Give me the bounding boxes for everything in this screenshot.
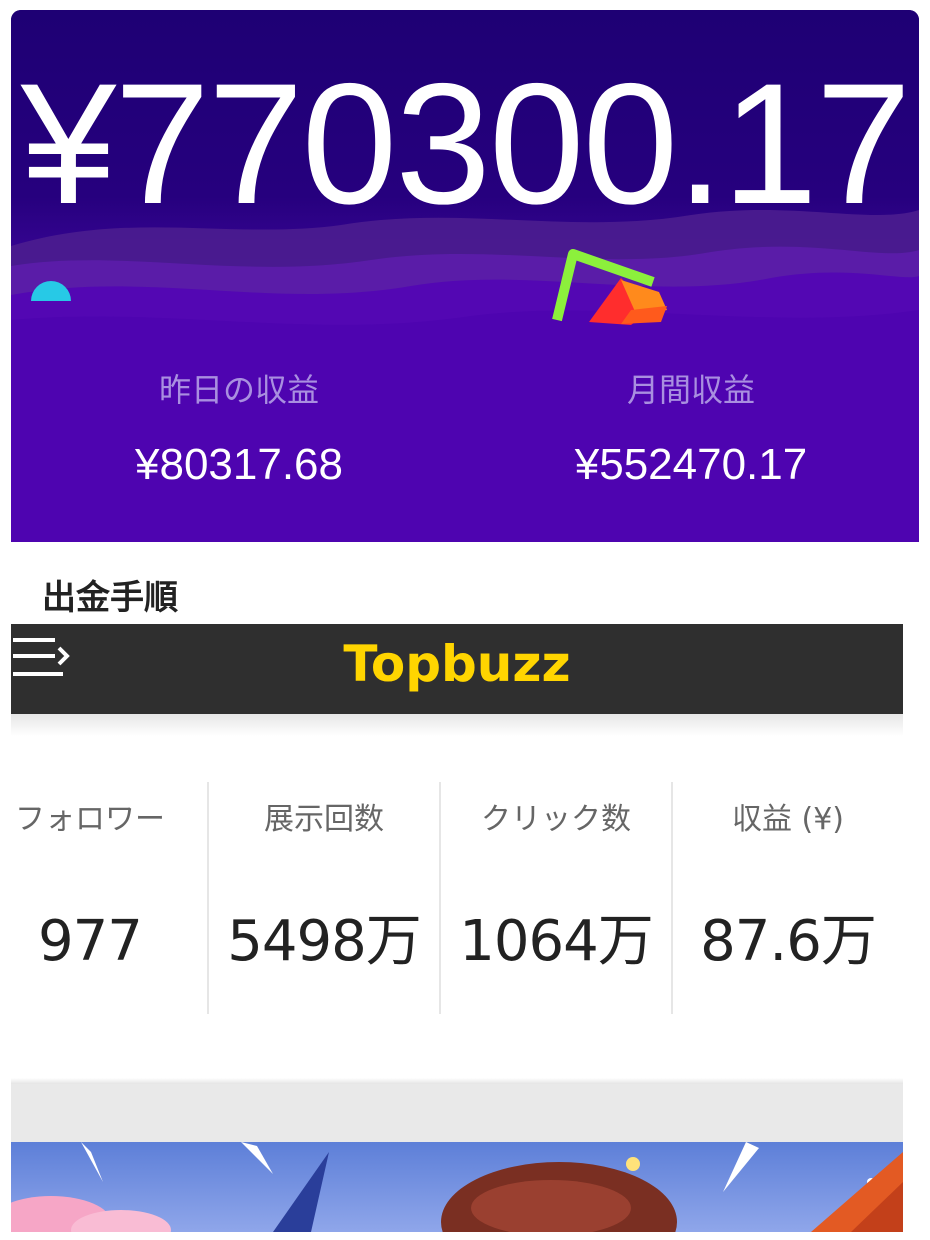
banner-artwork (11, 1142, 903, 1232)
monthly-earnings-label: 月間収益 (626, 371, 755, 409)
stat-revenue: 収益 (¥) 87.6万 (673, 782, 903, 1014)
total-earnings-amount: ¥770300.17 (20, 48, 912, 240)
banner-illustration[interactable] (11, 1142, 903, 1232)
monthly-earnings-value: ¥552470.17 (574, 440, 808, 489)
yesterday-earnings: 昨日の収益 ¥80317.68 (29, 370, 449, 490)
app-title: Topbuzz (343, 635, 571, 693)
stat-revenue-label: 収益 (¥) (731, 802, 845, 837)
withdrawal-steps-heading: 出金手順 (42, 578, 178, 618)
app-header: Topbuzz (11, 624, 903, 714)
stats-panel: フォロワー 977 展示回数 5498万 クリック数 1064万 収益 (¥) … (11, 714, 903, 1084)
stat-impressions: 展示回数 5498万 (209, 782, 439, 1014)
stat-clicks-value: 1064万 (459, 909, 654, 974)
yesterday-earnings-label: 昨日の収益 (158, 371, 319, 409)
stat-clicks: クリック数 1064万 (441, 782, 671, 1014)
stat-impressions-value: 5498万 (227, 909, 422, 974)
stat-followers-value: 977 (38, 909, 143, 974)
monthly-earnings: 月間収益 ¥552470.17 (481, 370, 901, 490)
stat-impressions-label: 展示回数 (264, 802, 384, 837)
stat-followers-label: フォロワー (15, 802, 165, 837)
stat-revenue-value: 87.6万 (700, 909, 877, 974)
stat-clicks-label: クリック数 (481, 802, 631, 837)
header-shadow (11, 714, 903, 736)
stat-followers: フォロワー 977 (0, 782, 205, 1014)
yesterday-earnings-value: ¥80317.68 (135, 440, 343, 489)
section-separator (11, 1084, 903, 1142)
earnings-card: ¥770300.17 昨日の収益 ¥80317.68 月間収益 ¥552470.… (11, 10, 919, 542)
